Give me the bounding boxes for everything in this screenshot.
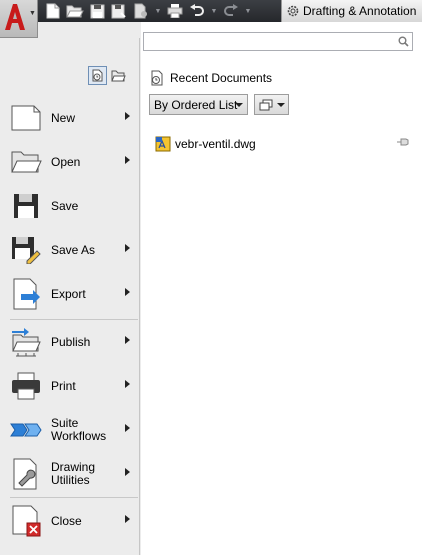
menu-open[interactable]: Open (8, 141, 136, 183)
view-toggle (88, 66, 128, 85)
section-title: Recent Documents (170, 71, 273, 85)
menu-open-label: Open (51, 154, 81, 169)
redo-icon[interactable] (222, 2, 240, 20)
gear-icon (287, 5, 299, 17)
search-icon[interactable] (398, 36, 409, 47)
submenu-arrow-icon (125, 424, 130, 432)
printer-icon (8, 368, 44, 404)
quick-access-toolbar: ▼ ▼ ▼ (44, 1, 252, 21)
open-documents-toggle[interactable] (109, 66, 128, 85)
menu-export[interactable]: Export (8, 273, 136, 315)
order-dropdown[interactable]: By Ordered List (149, 94, 248, 115)
plot-icon[interactable] (132, 2, 150, 20)
save-as-floppy-icon (8, 232, 44, 268)
plot-dropdown-icon[interactable]: ▼ (154, 8, 162, 15)
menu-print-label: Print (51, 378, 76, 393)
chevron-down-icon (235, 103, 243, 107)
save-icon[interactable] (88, 2, 106, 20)
menu-suite-workflows-label: Suite Workflows (51, 416, 107, 443)
menu-drawing-utilities-label: Drawing Utilities (51, 460, 96, 487)
menu-close[interactable]: Close (8, 500, 136, 542)
dwg-file-icon (155, 136, 171, 152)
view-mode-dropdown[interactable] (254, 94, 289, 115)
menu-print[interactable]: Print (8, 365, 136, 407)
menu-publish[interactable]: Publish (8, 321, 136, 363)
menu-publish-label: Publish (51, 334, 91, 349)
pin-icon[interactable] (396, 137, 410, 147)
document-name: vebr-ventil.dwg (175, 137, 256, 151)
menu-divider (10, 319, 138, 320)
menu-drawing-utilities[interactable]: Drawing Utilities (8, 453, 136, 495)
menu-save-as-label: Save As (51, 242, 96, 257)
menu-new[interactable]: New (8, 97, 136, 139)
menu-close-label: Close (51, 513, 82, 528)
search-input[interactable] (147, 34, 392, 49)
recent-documents-header: Recent Documents (149, 70, 272, 86)
submenu-arrow-icon (125, 244, 130, 252)
chevron-down-icon (276, 102, 285, 107)
undo-icon[interactable] (188, 2, 206, 20)
drawing-utilities-icon (8, 456, 44, 492)
menu-suite-workflows[interactable]: Suite Workflows (8, 409, 136, 451)
publish-icon (8, 324, 44, 360)
redo-dropdown-icon[interactable]: ▼ (244, 8, 252, 15)
close-document-icon (8, 503, 44, 539)
new-icon[interactable] (44, 2, 62, 20)
recent-documents-panel: Recent Documents By Ordered List vebr-ve… (141, 22, 422, 555)
menu-save-label: Save (51, 198, 79, 213)
floppy-disk-icon (8, 188, 44, 224)
menu-export-label: Export (51, 286, 86, 301)
order-dropdown-value: By Ordered List (154, 97, 238, 112)
menu-divider (10, 497, 138, 498)
icons-view-icon (259, 99, 272, 110)
folder-icon (111, 70, 126, 81)
export-icon (8, 276, 44, 312)
workspace-switcher[interactable]: Drafting & Annotation (281, 0, 422, 22)
open-folder-icon (8, 144, 44, 180)
autocad-logo-icon (5, 4, 25, 30)
menu-save-as[interactable]: Save As (8, 229, 136, 271)
list-item[interactable]: vebr-ventil.dwg (155, 135, 410, 153)
new-document-icon (8, 100, 44, 136)
submenu-arrow-icon (125, 112, 130, 120)
save-as-icon[interactable] (110, 2, 128, 20)
recent-docs-icon (151, 70, 163, 86)
undo-dropdown-icon[interactable]: ▼ (210, 8, 218, 15)
application-menu-button[interactable]: ▼ (0, 0, 38, 38)
print-icon[interactable] (166, 2, 184, 20)
menu-save[interactable]: Save (8, 185, 136, 227)
chevron-down-icon: ▼ (29, 10, 36, 17)
recent-documents-toggle[interactable] (88, 66, 107, 85)
open-icon[interactable] (66, 2, 84, 20)
search-box (143, 32, 413, 51)
submenu-arrow-icon (125, 468, 130, 476)
application-menu-left: New Open Save Save As Export Publish Pri… (0, 38, 140, 555)
submenu-arrow-icon (125, 336, 130, 344)
submenu-arrow-icon (125, 515, 130, 523)
suite-workflows-icon (8, 412, 44, 448)
submenu-arrow-icon (125, 288, 130, 296)
submenu-arrow-icon (125, 380, 130, 388)
recent-docs-icon (92, 69, 103, 82)
workspace-label: Drafting & Annotation (303, 4, 417, 18)
menu-new-label: New (51, 110, 76, 125)
title-bar: ▼ ▼ ▼ Drafting & Annotation (0, 0, 422, 22)
submenu-arrow-icon (125, 156, 130, 164)
